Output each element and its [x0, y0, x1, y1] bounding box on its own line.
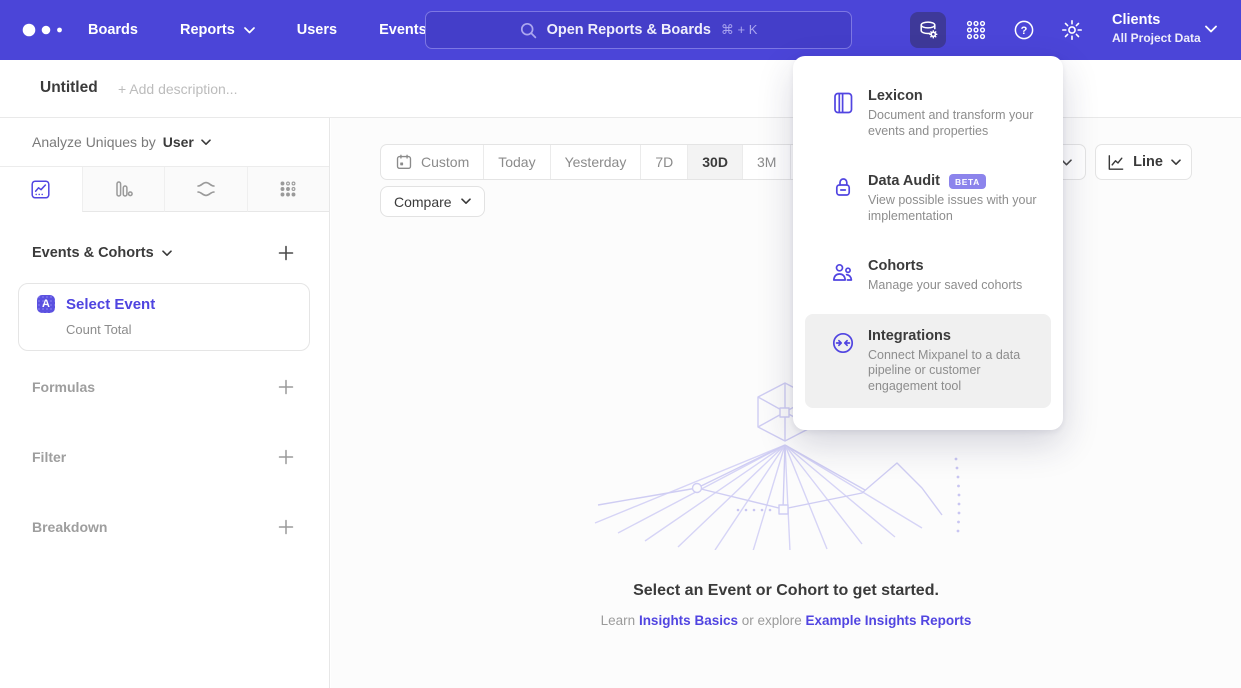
search-shortcut: ⌘ + K	[721, 22, 758, 38]
chevron-down-icon	[461, 198, 471, 205]
lexicon-book-icon	[830, 88, 856, 139]
filter-label: Filter	[32, 449, 66, 465]
formulas-label: Formulas	[32, 379, 95, 395]
add-filter-button[interactable]	[276, 447, 296, 467]
cohorts-people-icon	[830, 258, 856, 294]
chart-type-dropdown[interactable]: Line	[1095, 144, 1192, 180]
range-3m[interactable]: 3M	[742, 145, 790, 179]
nav-item-users[interactable]: Users	[297, 22, 337, 38]
range-today[interactable]: Today	[483, 145, 549, 179]
add-event-button[interactable]	[276, 243, 296, 263]
range-30d[interactable]: 30D	[687, 145, 742, 179]
data-audit-lock-icon	[830, 173, 856, 224]
insights-basics-link[interactable]: Insights Basics	[639, 613, 738, 628]
tab-bar-chart[interactable]	[82, 167, 165, 212]
filter-section: Filter	[32, 447, 296, 467]
menu-item-lexicon[interactable]: Lexicon Document and transform your even…	[793, 74, 1063, 153]
events-cohorts-header: Events & Cohorts	[32, 243, 296, 263]
project-chevron-down-icon	[1205, 25, 1217, 33]
add-breakdown-button[interactable]	[276, 517, 296, 537]
formulas-section: Formulas	[32, 377, 296, 397]
example-insights-reports-link[interactable]: Example Insights Reports	[806, 613, 972, 628]
tab-flow-chart[interactable]	[164, 167, 247, 212]
add-description-field[interactable]: + Add description...	[118, 81, 237, 97]
tab-metrics-grid[interactable]	[247, 167, 330, 212]
count-total-label[interactable]: Count Total	[66, 322, 295, 337]
flow-chart-tab-icon	[195, 178, 217, 200]
settings-gear-icon	[1060, 18, 1084, 42]
tab-line-chart[interactable]	[0, 167, 82, 212]
events-cohorts-selector[interactable]: Events & Cohorts	[32, 245, 172, 261]
chevron-down-icon	[244, 27, 255, 34]
menu-item-cohorts[interactable]: Cohorts Manage your saved cohorts	[793, 244, 1063, 308]
analyze-uniques-row: Analyze Uniques by User	[0, 118, 329, 167]
settings-button[interactable]	[1054, 12, 1090, 48]
global-search-input[interactable]: Open Reports & Boards ⌘ + K	[425, 11, 852, 49]
beta-badge: BETA	[949, 174, 986, 189]
mixpanel-logo-icon[interactable]	[22, 22, 68, 38]
breakdown-label: Breakdown	[32, 519, 107, 535]
analyze-label: Analyze Uniques by	[32, 134, 156, 150]
search-icon	[520, 22, 537, 39]
add-formula-button[interactable]	[276, 377, 296, 397]
apps-grid-icon	[964, 18, 988, 42]
bar-chart-tab-icon	[113, 179, 134, 200]
chevron-down-icon	[162, 250, 172, 257]
project-name: Clients	[1112, 11, 1201, 30]
event-badge: A	[37, 295, 55, 313]
chevron-down-icon	[1171, 159, 1181, 166]
data-management-button[interactable]	[910, 12, 946, 48]
data-management-icon	[917, 19, 940, 42]
range-yesterday[interactable]: Yesterday	[550, 145, 641, 179]
query-builder-sidebar: Analyze Uniques by User	[0, 118, 330, 688]
menu-item-data-audit[interactable]: Data Audit BETA View possible issues wit…	[793, 159, 1063, 238]
search-placeholder: Open Reports & Boards	[547, 22, 711, 38]
chart-type-tabs	[0, 167, 329, 212]
report-title[interactable]: Untitled	[40, 79, 98, 97]
project-scope: All Project Data	[1112, 30, 1201, 46]
integrations-sync-icon	[830, 328, 856, 395]
calendar-icon	[395, 153, 413, 171]
data-management-menu: Lexicon Document and transform your even…	[793, 56, 1063, 430]
nav-item-boards[interactable]: Boards	[88, 22, 138, 38]
analyze-by-selector[interactable]: User	[163, 134, 211, 150]
line-chart-tab-icon	[30, 179, 51, 200]
project-selector[interactable]: Clients All Project Data	[1112, 11, 1201, 46]
range-custom[interactable]: Custom	[381, 145, 483, 179]
top-navigation: Boards Reports Users Events Open Reports…	[0, 0, 1241, 60]
event-card[interactable]: A Select Event Count Total	[18, 283, 310, 351]
menu-item-integrations[interactable]: Integrations Connect Mixpanel to a data …	[805, 314, 1051, 409]
chevron-down-icon	[201, 139, 211, 146]
select-event-label[interactable]: Select Event	[66, 296, 155, 313]
metrics-grid-tab-icon	[278, 179, 298, 199]
chart-canvas: Custom Today Yesterday 7D 30D 3M 6M Comp…	[331, 118, 1241, 688]
empty-state-title: Select an Event or Cohort to get started…	[331, 582, 1241, 600]
range-7d[interactable]: 7D	[640, 145, 687, 179]
apps-grid-button[interactable]	[958, 12, 994, 48]
svg-text:?: ?	[1021, 25, 1028, 37]
breakdown-section: Breakdown	[32, 517, 296, 537]
compare-button[interactable]: Compare	[380, 186, 485, 217]
date-range-control: Custom Today Yesterday 7D 30D 3M 6M	[380, 144, 840, 180]
empty-state-links: Learn Insights Basics or explore Example…	[331, 613, 1241, 628]
nav-item-reports[interactable]: Reports	[180, 22, 255, 38]
line-chart-icon	[1106, 153, 1125, 172]
nav-item-events[interactable]: Events	[379, 22, 427, 38]
help-button[interactable]: ?	[1006, 12, 1042, 48]
help-icon: ?	[1012, 18, 1036, 42]
